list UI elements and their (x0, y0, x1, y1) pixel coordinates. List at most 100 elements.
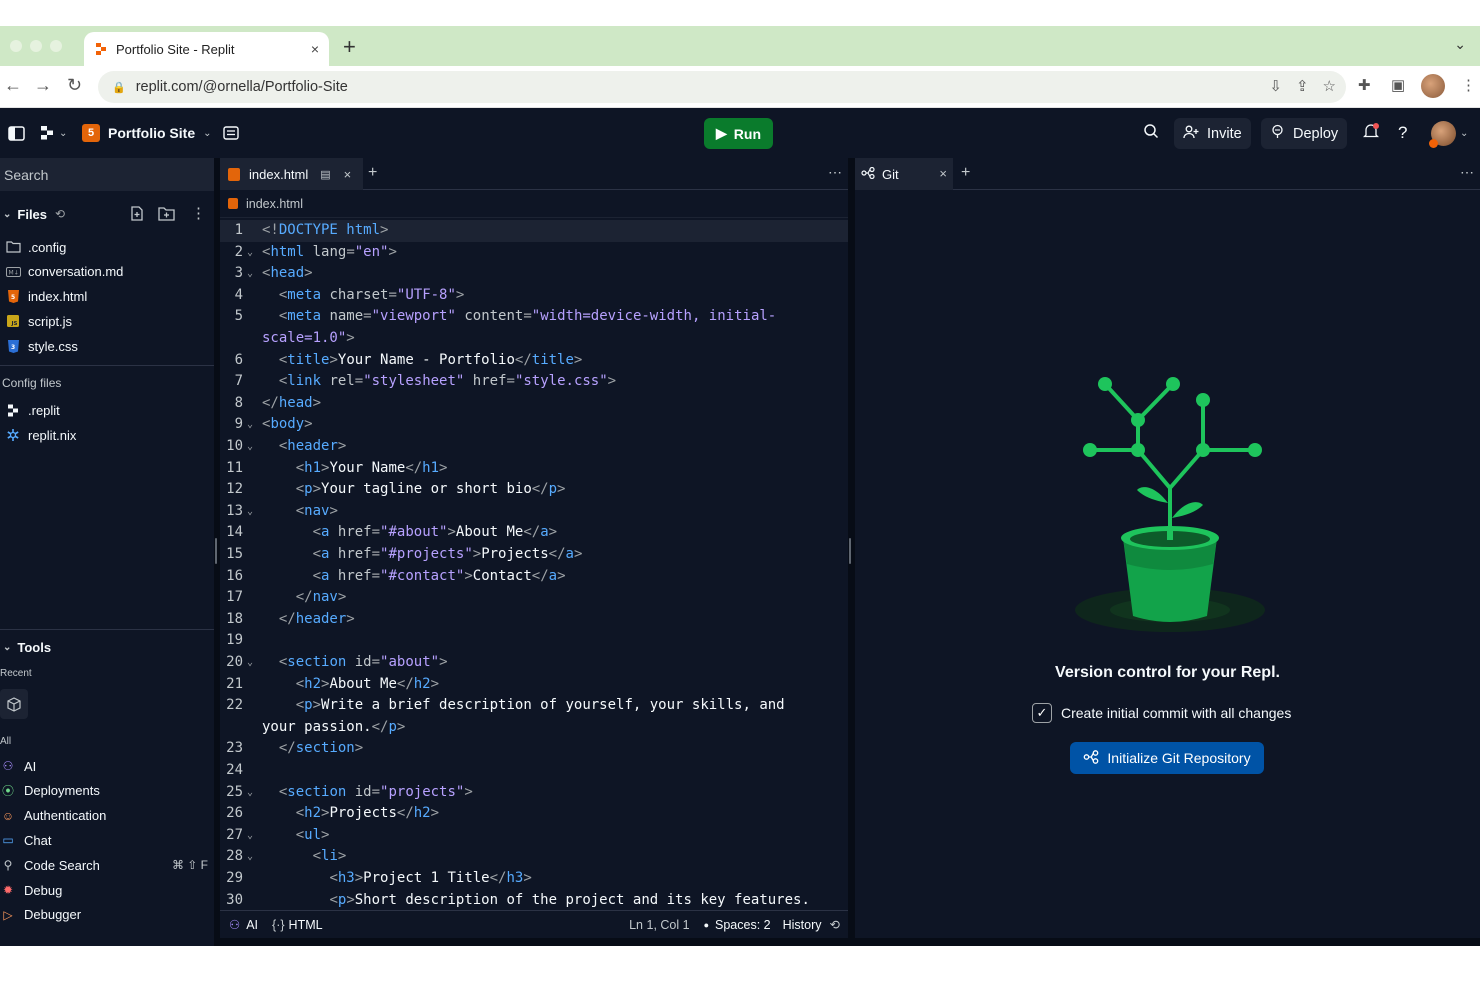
bookmark-star-icon[interactable]: ☆ (1323, 77, 1336, 95)
help-icon[interactable]: ? (1398, 123, 1407, 143)
close-tab-icon[interactable]: × (344, 167, 352, 182)
initial-commit-checkbox[interactable]: ✓ Create initial commit with all changes (1032, 703, 1291, 723)
code-line[interactable]: 14 <a href="#about">About Me</a> (220, 522, 848, 544)
new-tab-button[interactable]: + (343, 34, 356, 60)
code-line[interactable]: 12 <p>Your tagline or short bio</p> (220, 479, 848, 501)
code-line[interactable]: your passion.</p> (220, 717, 848, 739)
browser-profile-avatar[interactable] (1421, 74, 1445, 98)
recent-tool-button[interactable] (0, 689, 28, 719)
browser-menu-icon[interactable]: ⋮ (1461, 76, 1476, 94)
editor-resize-handle[interactable] (849, 538, 851, 564)
extensions-icon[interactable]: ✚ (1358, 76, 1371, 94)
code-line[interactable]: 28 ⌄ <li> (220, 846, 848, 868)
file-item[interactable]: JS script.js (0, 309, 72, 333)
url-bar[interactable]: 🔒 replit.com/@ornella/Portfolio-Site ⇩ ⇪… (98, 71, 1346, 103)
reload-icon[interactable]: ↻ (67, 75, 82, 96)
file-item[interactable]: 3 style.css (0, 334, 78, 358)
code-line[interactable]: 6 <title>Your Name - Portfolio</title> (220, 350, 848, 372)
file-item[interactable]: 5 index.html (0, 285, 87, 309)
fold-chevron-icon[interactable]: ⌄ (247, 652, 253, 674)
tool-item[interactable]: ⦿ Deployments (0, 779, 214, 803)
code-line[interactable]: 24 (220, 760, 848, 782)
config-file-item[interactable]: .replit (0, 398, 60, 422)
code-line[interactable]: 18 </header> (220, 609, 848, 631)
fold-chevron-icon[interactable]: ⌄ (247, 263, 253, 285)
code-line[interactable]: 22 <p>Write a brief description of yours… (220, 695, 848, 717)
notifications-bell-icon[interactable] (1362, 123, 1380, 145)
code-line[interactable]: 10 ⌄ <header> (220, 436, 848, 458)
tool-item[interactable]: ▷ Debugger (0, 903, 214, 927)
search-icon[interactable] (1143, 123, 1159, 144)
code-area[interactable]: 1 <!DOCTYPE html> 2 ⌄ <html lang="en"> 3 ⌄ <hea… (220, 220, 848, 910)
fold-chevron-icon[interactable]: ⌄ (247, 501, 253, 523)
fold-chevron-icon[interactable]: ⌄ (247, 242, 253, 264)
back-icon[interactable]: ← (4, 75, 22, 96)
code-line[interactable]: 27 ⌄ <ul> (220, 825, 848, 847)
code-line[interactable]: 23 </section> (220, 738, 848, 760)
code-line[interactable]: 3 ⌄ <head> (220, 263, 848, 285)
files-more-icon[interactable]: ⋮ (191, 204, 206, 222)
new-file-icon[interactable] (130, 206, 144, 224)
new-folder-icon[interactable] (158, 206, 175, 224)
close-tab-icon[interactable]: × (311, 41, 319, 57)
git-tab[interactable]: Git × (855, 158, 953, 190)
tool-item[interactable]: ▭ Chat (0, 828, 214, 852)
fold-chevron-icon[interactable]: ⌄ (247, 436, 253, 458)
code-line[interactable]: 30 <p>Short description of the project a… (220, 890, 848, 910)
install-icon[interactable]: ⇩ (1269, 77, 1282, 95)
initialize-git-button[interactable]: Initialize Git Repository (1070, 742, 1264, 774)
code-line[interactable]: 16 <a href="#contact">Contact</a> (220, 566, 848, 588)
files-section-header[interactable]: ⌄ Files ⟲ (0, 202, 65, 226)
status-history[interactable]: History (783, 918, 822, 932)
code-line[interactable]: 11 <h1>Your Name</h1> (220, 458, 848, 480)
fold-chevron-icon[interactable]: ⌄ (247, 846, 253, 868)
code-line[interactable]: 26 <h2>Projects</h2> (220, 803, 848, 825)
file-item[interactable]: M↓ conversation.md (0, 260, 123, 284)
sidebar-resize-handle[interactable] (215, 538, 217, 564)
add-tab-button[interactable]: + (961, 164, 970, 182)
tools-section-header[interactable]: ⌄ Tools (0, 635, 51, 659)
url-text[interactable]: replit.com/@ornella/Portfolio-Site (136, 79, 348, 95)
status-indent[interactable]: Spaces: 2 (715, 918, 771, 932)
tab-list-chevron-icon[interactable]: ⌄ (1454, 36, 1466, 53)
toggle-sidebar-icon[interactable] (8, 108, 25, 158)
status-cursor-position[interactable]: Ln 1, Col 1 (629, 918, 689, 932)
code-line[interactable]: 29 <h3>Project 1 Title</h3> (220, 868, 848, 890)
code-line[interactable]: 13 ⌄ <nav> (220, 501, 848, 523)
code-line[interactable]: 9 ⌄ <body> (220, 414, 848, 436)
deploy-button[interactable]: Deploy (1261, 118, 1348, 149)
forward-icon[interactable]: → (34, 75, 52, 96)
editor-more-icon[interactable]: ⋯ (828, 164, 842, 181)
editor-tab-index-html[interactable]: index.html ▤ × (220, 158, 363, 190)
add-tab-button[interactable]: + (368, 164, 377, 182)
breadcrumb-file[interactable]: index.html (246, 197, 303, 211)
tool-item[interactable]: ✹ Debug (0, 878, 214, 902)
browser-tab[interactable]: Portfolio Site - Replit × (84, 32, 329, 66)
side-panel-icon[interactable]: ▣ (1391, 76, 1405, 94)
invite-button[interactable]: Invite (1174, 118, 1251, 149)
fold-chevron-icon[interactable]: ⌄ (247, 782, 253, 804)
code-line[interactable]: 25 ⌄ <section id="projects"> (220, 782, 848, 804)
tool-item[interactable]: ☺ Authentication (0, 804, 214, 828)
file-item[interactable]: .config (0, 235, 66, 259)
tool-item[interactable]: ⚇ AI (0, 754, 214, 778)
window-controls[interactable] (10, 40, 62, 52)
code-line[interactable]: 5 <meta name="viewport" content="width=d… (220, 306, 848, 328)
checkbox-checked-icon[interactable]: ✓ (1032, 703, 1052, 723)
status-ai[interactable]: AI (246, 918, 258, 932)
code-line[interactable]: 17 </nav> (220, 587, 848, 609)
user-menu[interactable]: ⌄ (1429, 108, 1468, 158)
code-line[interactable]: 19 (220, 630, 848, 652)
close-tab-icon[interactable]: × (939, 166, 947, 181)
status-language[interactable]: HTML (289, 918, 323, 932)
run-button[interactable]: ▶ Run (704, 118, 773, 149)
code-line[interactable]: 21 <h2>About Me</h2> (220, 674, 848, 696)
fold-chevron-icon[interactable]: ⌄ (247, 414, 253, 436)
git-more-icon[interactable]: ⋯ (1460, 164, 1474, 181)
code-line[interactable]: 2 ⌄ <html lang="en"> (220, 242, 848, 264)
project-info-icon[interactable] (223, 108, 239, 158)
code-line[interactable]: 4 <meta charset="UTF-8"> (220, 285, 848, 307)
project-switcher[interactable]: 5 Portfolio Site ⌄ (82, 108, 212, 158)
share-icon[interactable]: ⇪ (1296, 77, 1309, 95)
tool-item[interactable]: ⚲ Code Search ⌘ ⇧ F (0, 853, 214, 877)
